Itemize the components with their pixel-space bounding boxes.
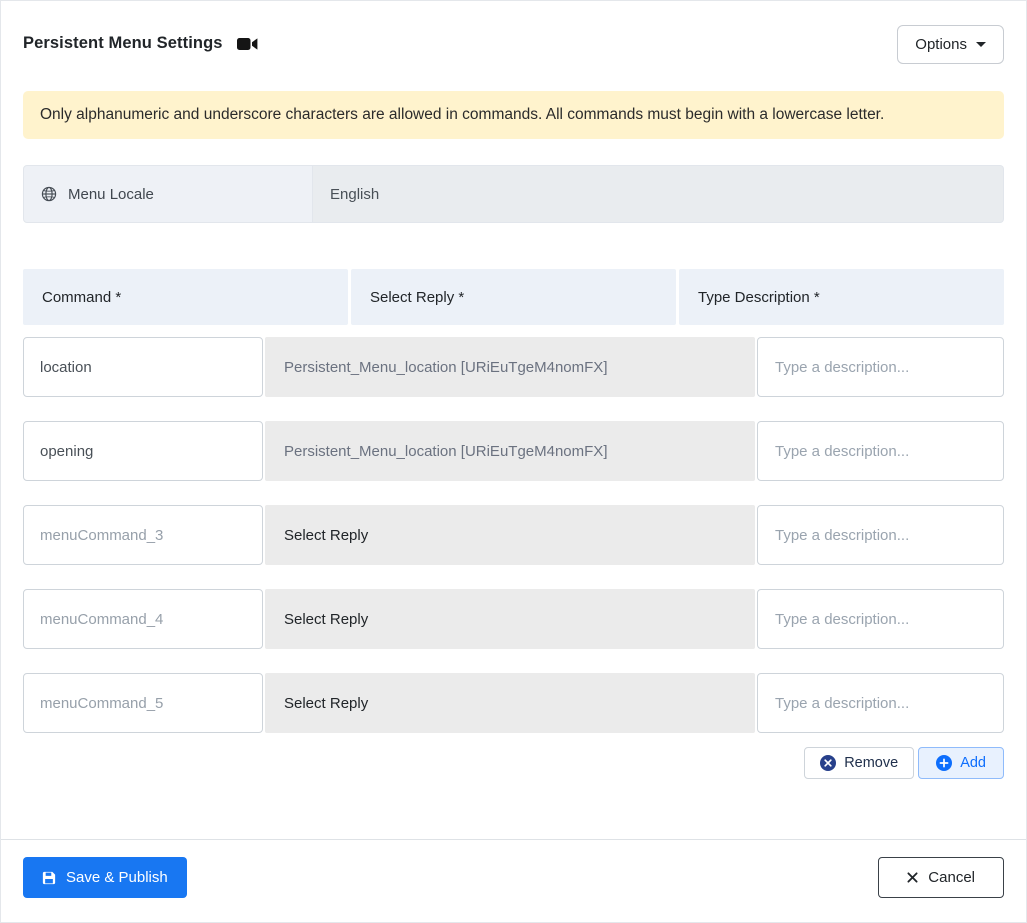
select-reply-button[interactable]: Select Reply — [265, 505, 755, 565]
command-input[interactable] — [23, 673, 263, 733]
add-button-label: Add — [960, 755, 986, 771]
plus-circle-icon — [936, 755, 953, 771]
description-input[interactable] — [757, 505, 1004, 565]
options-button-label: Options — [915, 36, 967, 53]
command-input[interactable] — [23, 421, 263, 481]
remove-button-label: Remove — [844, 755, 899, 771]
command-input[interactable] — [23, 589, 263, 649]
chevron-down-icon — [976, 42, 986, 47]
menu-locale-group: Menu Locale English — [23, 165, 1004, 223]
menu-command-row: Select Reply — [23, 589, 1004, 649]
command-rules-alert: Only alphanumeric and underscore charact… — [23, 91, 1004, 139]
x-icon — [907, 872, 918, 883]
type-description-column-header: Type Description * — [679, 269, 1004, 325]
video-camera-icon — [236, 37, 258, 51]
save-floppy-icon — [42, 871, 56, 885]
x-circle-icon — [820, 755, 837, 771]
menu-locale-label: Menu Locale — [23, 165, 313, 223]
title-wrap: Persistent Menu Settings — [23, 25, 258, 53]
save-publish-button[interactable]: Save & Publish — [23, 857, 187, 898]
description-input[interactable] — [757, 421, 1004, 481]
menu-command-row: Select Reply — [23, 673, 1004, 733]
command-column-header: Command * — [23, 269, 348, 325]
menu-command-row: Select Reply — [23, 505, 1004, 565]
row-actions: Remove Add — [23, 747, 1004, 779]
description-input[interactable] — [757, 589, 1004, 649]
menu-command-row: Persistent_Menu_location [URiEuTgeM4nomF… — [23, 421, 1004, 481]
menu-locale-value: English — [313, 165, 1004, 223]
description-input[interactable] — [757, 337, 1004, 397]
description-input[interactable] — [757, 673, 1004, 733]
options-button[interactable]: Options — [897, 25, 1004, 64]
cancel-button-label: Cancel — [928, 869, 975, 886]
add-row-button[interactable]: Add — [918, 747, 1004, 779]
panel-header: Persistent Menu Settings Options — [23, 25, 1004, 71]
alert-text: Only alphanumeric and underscore charact… — [40, 106, 885, 123]
command-input[interactable] — [23, 337, 263, 397]
remove-row-button[interactable]: Remove — [804, 747, 915, 779]
globe-icon — [41, 186, 57, 202]
select-reply-column-header: Select Reply * — [351, 269, 676, 325]
menu-locale-label-text: Menu Locale — [68, 185, 154, 203]
persistent-menu-settings-panel: Persistent Menu Settings Options Only al… — [0, 0, 1027, 923]
menu-locale-value-text: English — [330, 185, 380, 203]
page-title: Persistent Menu Settings — [23, 34, 223, 52]
command-input[interactable] — [23, 505, 263, 565]
select-reply-button[interactable]: Select Reply — [265, 589, 755, 649]
select-reply-button[interactable]: Persistent_Menu_location [URiEuTgeM4nomF… — [265, 337, 755, 397]
select-reply-button[interactable]: Persistent_Menu_location [URiEuTgeM4nomF… — [265, 421, 755, 481]
save-publish-label: Save & Publish — [66, 869, 168, 886]
panel-footer: Save & Publish Cancel — [23, 840, 1004, 898]
cancel-button[interactable]: Cancel — [878, 857, 1004, 898]
menu-command-row: Persistent_Menu_location [URiEuTgeM4nomF… — [23, 337, 1004, 397]
table-header-row: Command * Select Reply * Type Descriptio… — [23, 269, 1004, 325]
select-reply-button[interactable]: Select Reply — [265, 673, 755, 733]
